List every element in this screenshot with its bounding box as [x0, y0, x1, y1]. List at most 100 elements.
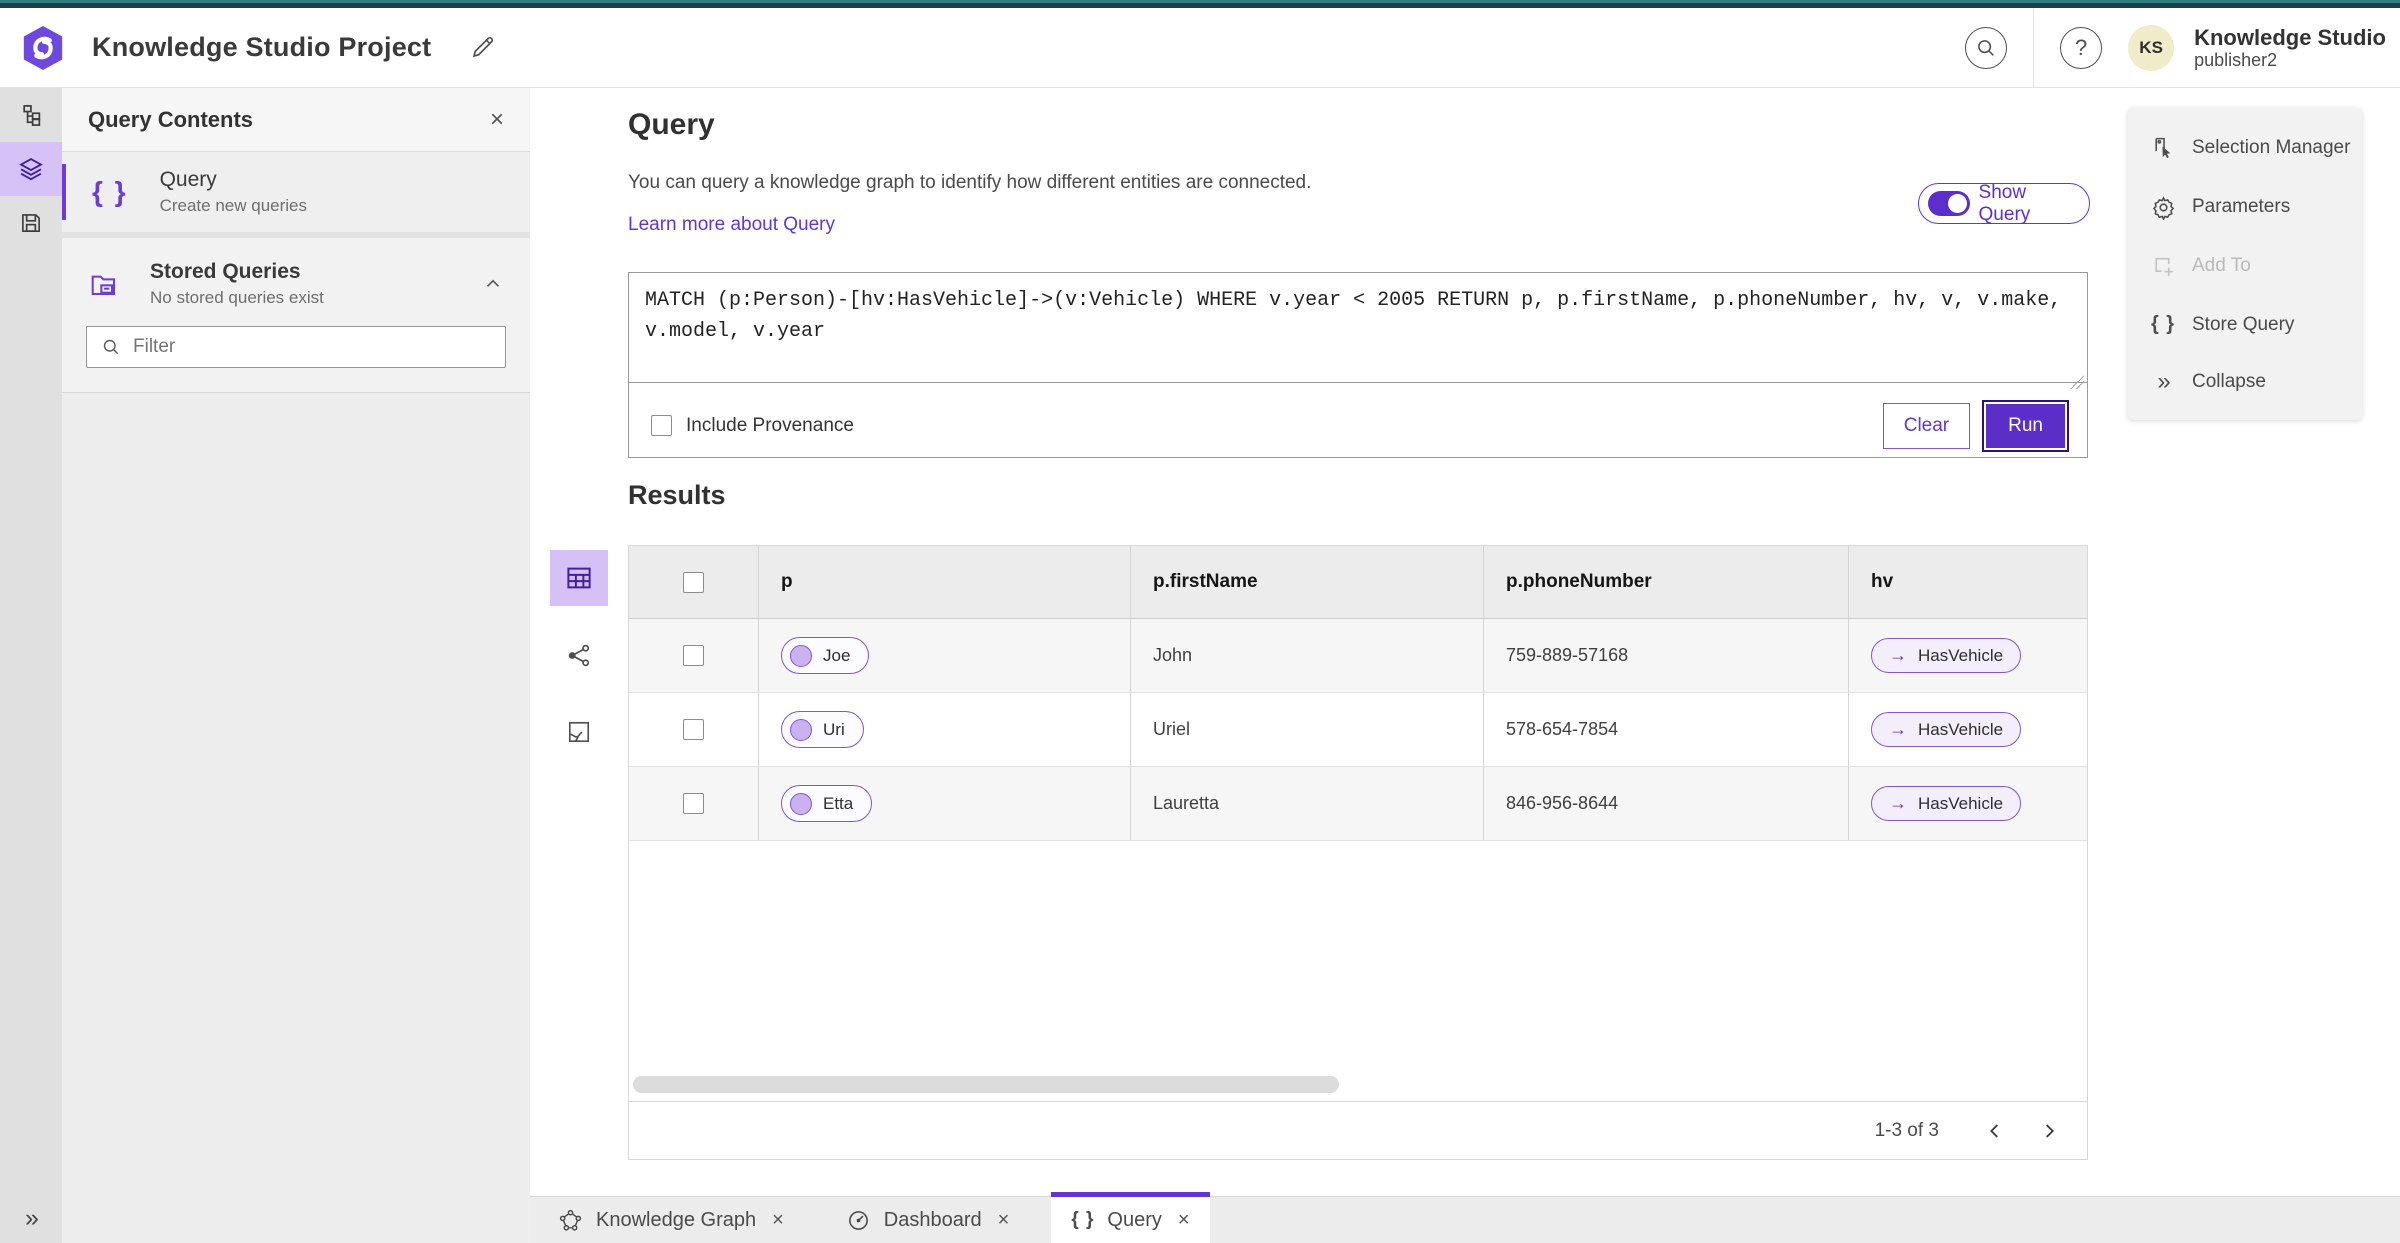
query-editor-box: MATCH (p:Person)-[hv:HasVehicle]->(v:Veh…	[628, 272, 2088, 458]
cell-firstname: John	[1153, 645, 1193, 665]
rail-item-save[interactable]	[0, 196, 62, 250]
column-header-phonenumber[interactable]: p.phoneNumber	[1484, 546, 1849, 618]
tab-query[interactable]: { } Query ×	[1051, 1192, 1210, 1243]
rail-item-schema[interactable]	[0, 88, 62, 142]
pagination-bar: 1-3 of 3	[629, 1101, 2087, 1159]
parameters-label: Parameters	[2192, 196, 2291, 218]
table-view-button[interactable]	[550, 550, 608, 606]
table-row[interactable]: Uri Uriel 578-654-7854 → HasVehicle	[629, 693, 2087, 767]
gear-icon	[2152, 195, 2174, 220]
entity-pill[interactable]: Uri	[781, 711, 864, 748]
clear-button[interactable]: Clear	[1882, 402, 1971, 449]
user-role: publisher2	[2194, 50, 2278, 71]
store-query-button[interactable]: { } Store Query	[2128, 313, 2362, 336]
close-icon[interactable]: ×	[998, 1209, 1010, 1232]
show-query-toggle[interactable]: Show Query	[1918, 182, 2090, 225]
textarea-resize-handle[interactable]	[2070, 375, 2084, 389]
horizontal-scrollbar[interactable]	[633, 1076, 1339, 1093]
query-description: You can query a knowledge graph to ident…	[628, 172, 1312, 193]
help-icon[interactable]: ?	[2060, 27, 2103, 69]
close-icon[interactable]: ×	[772, 1209, 784, 1232]
relationship-pill[interactable]: → HasVehicle	[1871, 638, 2022, 673]
graph-view-button[interactable]	[550, 627, 608, 683]
braces-icon: { }	[2150, 313, 2176, 336]
tab-dashboard[interactable]: Dashboard ×	[826, 1197, 1030, 1243]
learn-more-link[interactable]: Learn more about Query	[628, 214, 835, 236]
chevron-left-icon	[1990, 1123, 1998, 1138]
query-tools-panel: Selection Manager Parameters Add To { } …	[2128, 108, 2362, 420]
table-row[interactable]: Joe John 759-889-57168 → HasVehicle	[629, 619, 2087, 693]
relationship-label: HasVehicle	[1918, 719, 2004, 739]
table-header-row: p p.firstName p.phoneNumber hv	[629, 546, 2087, 619]
filter-field[interactable]	[86, 326, 506, 368]
avatar[interactable]: KS	[2128, 25, 2175, 71]
left-action-rail: »	[0, 88, 62, 1243]
cell-firstname: Lauretta	[1153, 793, 1220, 813]
collapse-button[interactable]: » Collapse	[2128, 367, 2362, 395]
relationship-pill[interactable]: → HasVehicle	[1871, 786, 2022, 821]
rail-item-layers[interactable]	[0, 142, 62, 196]
query-item-subtitle: Create new queries	[159, 196, 307, 215]
column-header-hv[interactable]: hv	[1849, 546, 2087, 618]
entity-pill[interactable]: Etta	[781, 785, 873, 822]
panel-close-icon[interactable]: ×	[490, 106, 504, 134]
entity-node-icon	[790, 644, 812, 667]
panel-header: Query Contents ×	[62, 88, 530, 152]
filter-search-icon	[103, 339, 119, 355]
add-to-icon	[2154, 257, 2173, 276]
row-checkbox[interactable]	[683, 719, 704, 740]
search-icon[interactable]	[1965, 27, 2008, 69]
entity-label: Uri	[823, 719, 845, 739]
include-provenance-label: Include Provenance	[686, 414, 854, 436]
column-header-firstname[interactable]: p.firstName	[1131, 546, 1484, 618]
dashboard-gauge-icon	[848, 1210, 868, 1230]
query-contents-panel: Query Contents × { } Query Create new qu…	[62, 88, 530, 1243]
selection-manager-icon	[2154, 138, 2170, 159]
knowledge-graph-icon	[559, 1209, 582, 1231]
next-page-button[interactable]	[2025, 1111, 2073, 1151]
query-textarea[interactable]: MATCH (p:Person)-[hv:HasVehicle]->(v:Veh…	[629, 273, 2087, 383]
close-icon[interactable]: ×	[1178, 1209, 1190, 1232]
entity-node-icon	[790, 718, 812, 741]
braces-icon: { }	[1071, 1209, 1095, 1230]
entity-pill[interactable]: Joe	[781, 637, 870, 674]
selection-manager-button[interactable]: Selection Manager	[2128, 135, 2362, 160]
stored-queries-header[interactable]: Stored Queries No stored queries exist	[62, 238, 530, 326]
chevron-up-icon[interactable]	[482, 273, 504, 295]
bottom-tab-bar: Knowledge Graph × Dashboard × { } Query …	[530, 1192, 2400, 1243]
map-view-button[interactable]	[550, 704, 608, 760]
previous-page-button[interactable]	[1971, 1111, 2019, 1151]
parameters-button[interactable]: Parameters	[2128, 195, 2362, 220]
rail-expand-button[interactable]: »	[0, 1204, 62, 1233]
filter-input[interactable]	[133, 336, 491, 358]
store-query-label: Store Query	[2192, 313, 2295, 335]
table-row[interactable]: Etta Lauretta 846-956-8644 → HasVehicle	[629, 767, 2087, 841]
column-header-p[interactable]: p	[759, 546, 1131, 618]
row-checkbox[interactable]	[683, 793, 704, 814]
project-title: Knowledge Studio Project	[92, 32, 432, 62]
tab-label: Query	[1107, 1208, 1162, 1231]
collapse-chevrons-icon: »	[2157, 367, 2170, 395]
include-provenance-checkbox[interactable]	[651, 415, 672, 436]
cell-phone: 846-956-8644	[1506, 793, 1619, 813]
save-icon	[22, 214, 40, 232]
results-view-switcher	[549, 550, 609, 760]
relationship-pill[interactable]: → HasVehicle	[1871, 712, 2022, 747]
app-header: Knowledge Studio Project ? KS Knowledge …	[0, 8, 2400, 88]
panel-item-query[interactable]: { } Query Create new queries	[62, 152, 530, 232]
select-all-checkbox[interactable]	[683, 571, 704, 593]
row-checkbox[interactable]	[683, 645, 704, 666]
edit-title-icon[interactable]	[469, 34, 496, 61]
header-divider	[2033, 8, 2035, 88]
selection-manager-label: Selection Manager	[2192, 136, 2351, 158]
tab-knowledge-graph[interactable]: Knowledge Graph ×	[538, 1197, 804, 1243]
table-icon	[567, 567, 591, 589]
brand-strip	[0, 0, 2400, 8]
stored-queries-subtitle: No stored queries exist	[150, 288, 324, 307]
user-block: Knowledge Studio publisher2	[2194, 25, 2386, 71]
braces-icon: { }	[92, 176, 128, 207]
cell-firstname: Uriel	[1153, 719, 1191, 739]
share-network-icon	[568, 644, 589, 666]
toggle-switch[interactable]	[1928, 191, 1970, 216]
run-button[interactable]: Run	[1982, 399, 2069, 452]
